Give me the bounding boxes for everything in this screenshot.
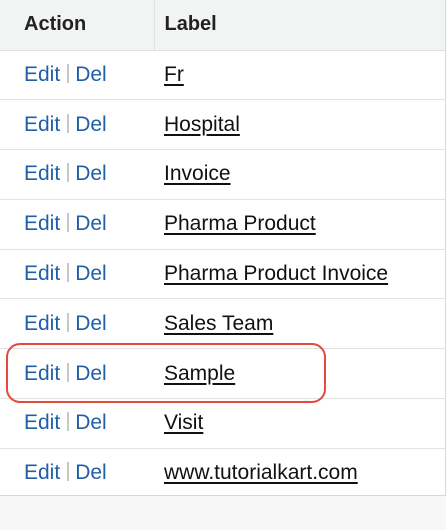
edit-link[interactable]: Edit — [24, 63, 60, 86]
delete-link[interactable]: Del — [75, 212, 107, 235]
delete-link[interactable]: Del — [75, 262, 107, 285]
delete-link[interactable]: Del — [75, 113, 107, 136]
column-header-label: Label — [153, 0, 445, 51]
record-label-link[interactable]: Hospital — [164, 113, 240, 136]
label-cell: www.tutorialkart.com — [154, 448, 445, 498]
label-cell: Pharma Product — [154, 199, 445, 249]
edit-link[interactable]: Edit — [24, 411, 60, 434]
action-cell: Edit Del — [0, 199, 154, 249]
separator — [67, 462, 70, 482]
edit-link[interactable]: Edit — [24, 162, 60, 185]
action-cell: Edit Del — [0, 50, 154, 100]
delete-link[interactable]: Del — [75, 362, 107, 385]
action-cell: Edit Del — [0, 100, 154, 150]
edit-link[interactable]: Edit — [24, 212, 60, 235]
separator — [67, 412, 70, 432]
table-row: Edit Del www.tutorialkart.com — [0, 448, 445, 499]
labels-table: Action Label Edit Del Fr Edit Del Hospital — [0, 0, 445, 499]
action-cell: Edit Del — [0, 249, 154, 299]
edit-link[interactable]: Edit — [24, 113, 60, 136]
delete-link[interactable]: Del — [75, 63, 107, 86]
action-cell: Edit Del — [0, 299, 154, 349]
record-label-link[interactable]: Fr — [164, 63, 184, 86]
record-label-link[interactable]: Invoice — [164, 162, 231, 185]
edit-link[interactable]: Edit — [24, 262, 60, 285]
separator — [67, 312, 70, 332]
page-background-strip — [0, 496, 446, 530]
delete-link[interactable]: Del — [75, 461, 107, 484]
action-cell: Edit Del — [0, 448, 154, 498]
label-cell: Pharma Product Invoice — [154, 249, 445, 299]
action-cell: Edit Del — [0, 399, 154, 449]
table-row: Edit Del Visit — [0, 399, 445, 449]
edit-link[interactable]: Edit — [24, 312, 60, 335]
table-row: Edit Del Pharma Product — [0, 199, 445, 250]
action-cell: Edit Del — [0, 150, 154, 200]
delete-link[interactable]: Del — [75, 312, 107, 335]
table-row: Edit Del Hospital — [0, 100, 445, 150]
separator — [67, 263, 70, 283]
separator — [67, 163, 70, 183]
table-row: Edit Del Fr — [0, 50, 445, 100]
edit-link[interactable]: Edit — [24, 362, 60, 385]
label-cell: Hospital — [154, 100, 445, 150]
delete-link[interactable]: Del — [75, 162, 107, 185]
separator — [67, 63, 70, 83]
table-body: Edit Del Fr Edit Del Hospital Edit Del I… — [0, 50, 445, 499]
record-label-link[interactable]: Pharma Product Invoice — [164, 262, 388, 285]
separator — [67, 213, 70, 233]
label-cell: Invoice — [154, 150, 445, 200]
label-cell: Sample — [154, 349, 445, 399]
record-label-link[interactable]: Sales Team — [164, 312, 273, 335]
table-row: Edit Del Invoice — [0, 150, 445, 200]
separator — [67, 113, 70, 133]
related-list-panel: Action Label Edit Del Fr Edit Del Hospital — [0, 0, 446, 499]
column-header-action: Action — [0, 0, 154, 51]
table-header: Action Label — [0, 0, 445, 51]
delete-link[interactable]: Del — [75, 411, 107, 434]
table-row: Edit Del Pharma Product Invoice — [0, 249, 445, 299]
record-label-link[interactable]: Visit — [164, 411, 203, 434]
record-label-link[interactable]: Sample — [164, 362, 235, 385]
table-row-highlighted: Edit Del Sample — [0, 349, 445, 399]
label-cell: Visit — [154, 399, 445, 449]
header-row: Action Label — [0, 0, 445, 51]
table-row: Edit Del Sales Team — [0, 299, 445, 349]
record-label-link[interactable]: Pharma Product — [164, 212, 316, 235]
separator — [67, 362, 70, 382]
edit-link[interactable]: Edit — [24, 461, 60, 484]
action-cell: Edit Del — [0, 349, 154, 399]
label-cell: Sales Team — [154, 299, 445, 349]
record-label-link[interactable]: www.tutorialkart.com — [164, 461, 358, 484]
label-cell: Fr — [154, 50, 445, 100]
